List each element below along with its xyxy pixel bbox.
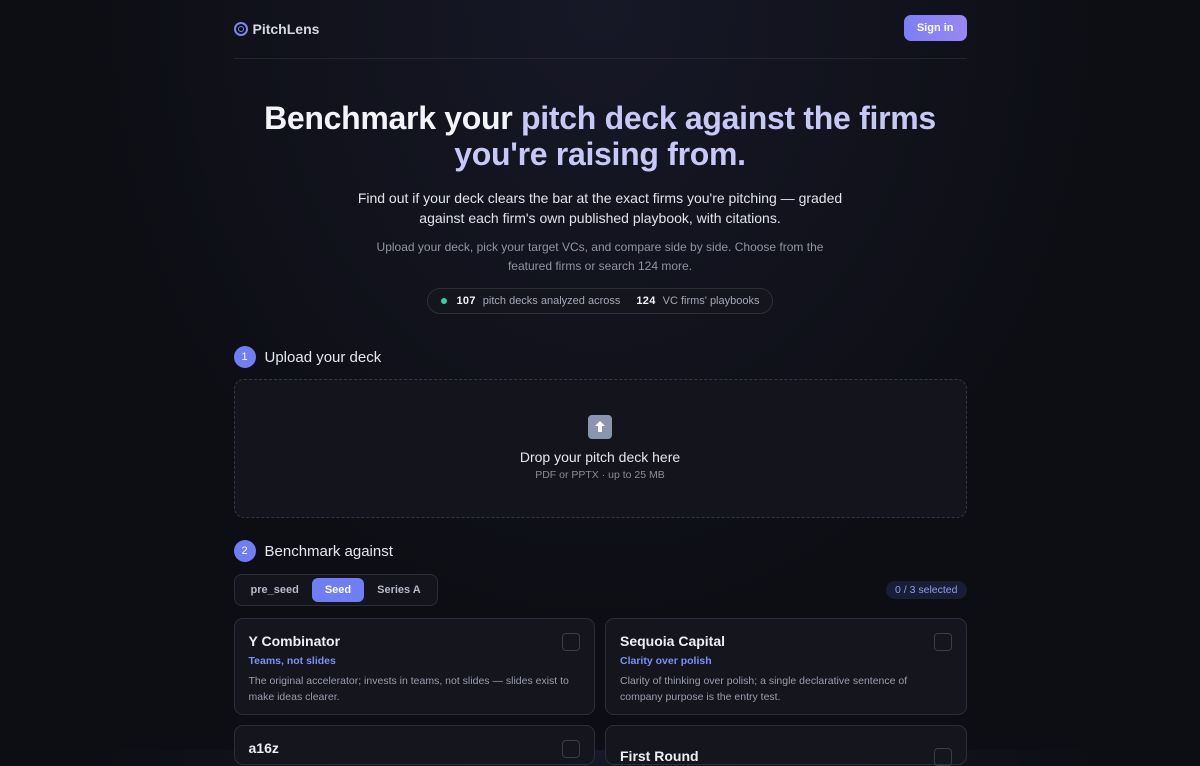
lens-icon xyxy=(233,21,248,36)
firm-grid: Y Combinator Teams, not slides The origi… xyxy=(233,618,967,766)
brand-logo[interactable]: PitchLens xyxy=(233,20,320,37)
firm-description: Clarity of thinking over polish; a singl… xyxy=(620,675,908,703)
brand-name: PitchLens xyxy=(252,20,320,37)
firm-name: a16z xyxy=(248,740,279,756)
tab-series-a[interactable]: Series A xyxy=(364,578,434,602)
page-title: Benchmark your pitch deck against the fi… xyxy=(234,100,967,172)
tab-pre-seed[interactable]: pre_seed xyxy=(238,578,312,602)
firm-description: The original accelerator; invests in tea… xyxy=(248,675,569,703)
firm-checkbox[interactable] xyxy=(562,740,580,758)
step-number-badge: 1 xyxy=(233,346,256,368)
firm-checkbox[interactable] xyxy=(933,633,952,651)
title-part-2: pitch deck against the firms xyxy=(521,100,936,136)
firm-card-a16z[interactable]: a16z xyxy=(233,725,595,765)
step-number-badge: 2 xyxy=(233,540,256,562)
dropzone-subtitle: PDF or PPTX · up to 25 MB xyxy=(535,468,665,481)
upload-arrow-icon xyxy=(588,414,612,439)
selection-count-badge: 0 / 3 selected xyxy=(886,581,967,599)
title-part-1: Benchmark your xyxy=(264,100,522,136)
firm-checkbox[interactable] xyxy=(933,748,952,766)
step-title: Benchmark against xyxy=(264,542,393,560)
tab-seed[interactable]: Seed xyxy=(311,578,365,602)
firm-checkbox[interactable] xyxy=(562,633,580,651)
step-title: Upload your deck xyxy=(264,348,382,366)
firm-name: First Round xyxy=(620,748,699,764)
stage-tabs: pre_seed Seed Series A xyxy=(233,574,438,606)
firm-card-sequoia[interactable]: Sequoia Capital Clarity over polish Clar… xyxy=(605,618,967,715)
status-dot-icon xyxy=(440,298,447,304)
dropzone-title: Drop your pitch deck here xyxy=(519,448,681,465)
step-benchmark-heading: 2 Benchmark against xyxy=(233,540,967,562)
hero: Benchmark your pitch deck against the fi… xyxy=(234,59,967,314)
hero-subtitle: Find out if your deck clears the bar at … xyxy=(357,190,843,226)
firm-tagline: Clarity over polish xyxy=(620,655,712,667)
firms-count: 124 xyxy=(636,295,656,307)
firm-name: Y Combinator xyxy=(248,633,341,649)
hero-description: Upload your deck, pick your target VCs, … xyxy=(376,240,824,273)
decks-count: 107 xyxy=(456,295,476,307)
firm-card-first-round[interactable]: First Round xyxy=(605,725,967,766)
firms-text: VC firms' playbooks xyxy=(662,295,760,307)
stats-pill: 107 pitch decks analyzed across 124 VC f… xyxy=(426,288,774,314)
firm-tagline: Teams, not slides xyxy=(248,655,336,667)
step-upload-heading: 1 Upload your deck xyxy=(233,346,967,368)
title-part-3: you're raising from. xyxy=(454,136,746,172)
stage-controls: pre_seed Seed Series A 0 / 3 selected xyxy=(233,574,967,606)
firm-card-y-combinator[interactable]: Y Combinator Teams, not slides The origi… xyxy=(233,618,595,715)
decks-text: pitch decks analyzed across xyxy=(482,295,621,307)
firm-name: Sequoia Capital xyxy=(620,633,726,649)
deck-dropzone[interactable]: Drop your pitch deck here PDF or PPTX · … xyxy=(233,379,967,518)
top-header: PitchLens Sign in xyxy=(233,0,967,59)
sign-in-button[interactable]: Sign in xyxy=(903,14,967,41)
